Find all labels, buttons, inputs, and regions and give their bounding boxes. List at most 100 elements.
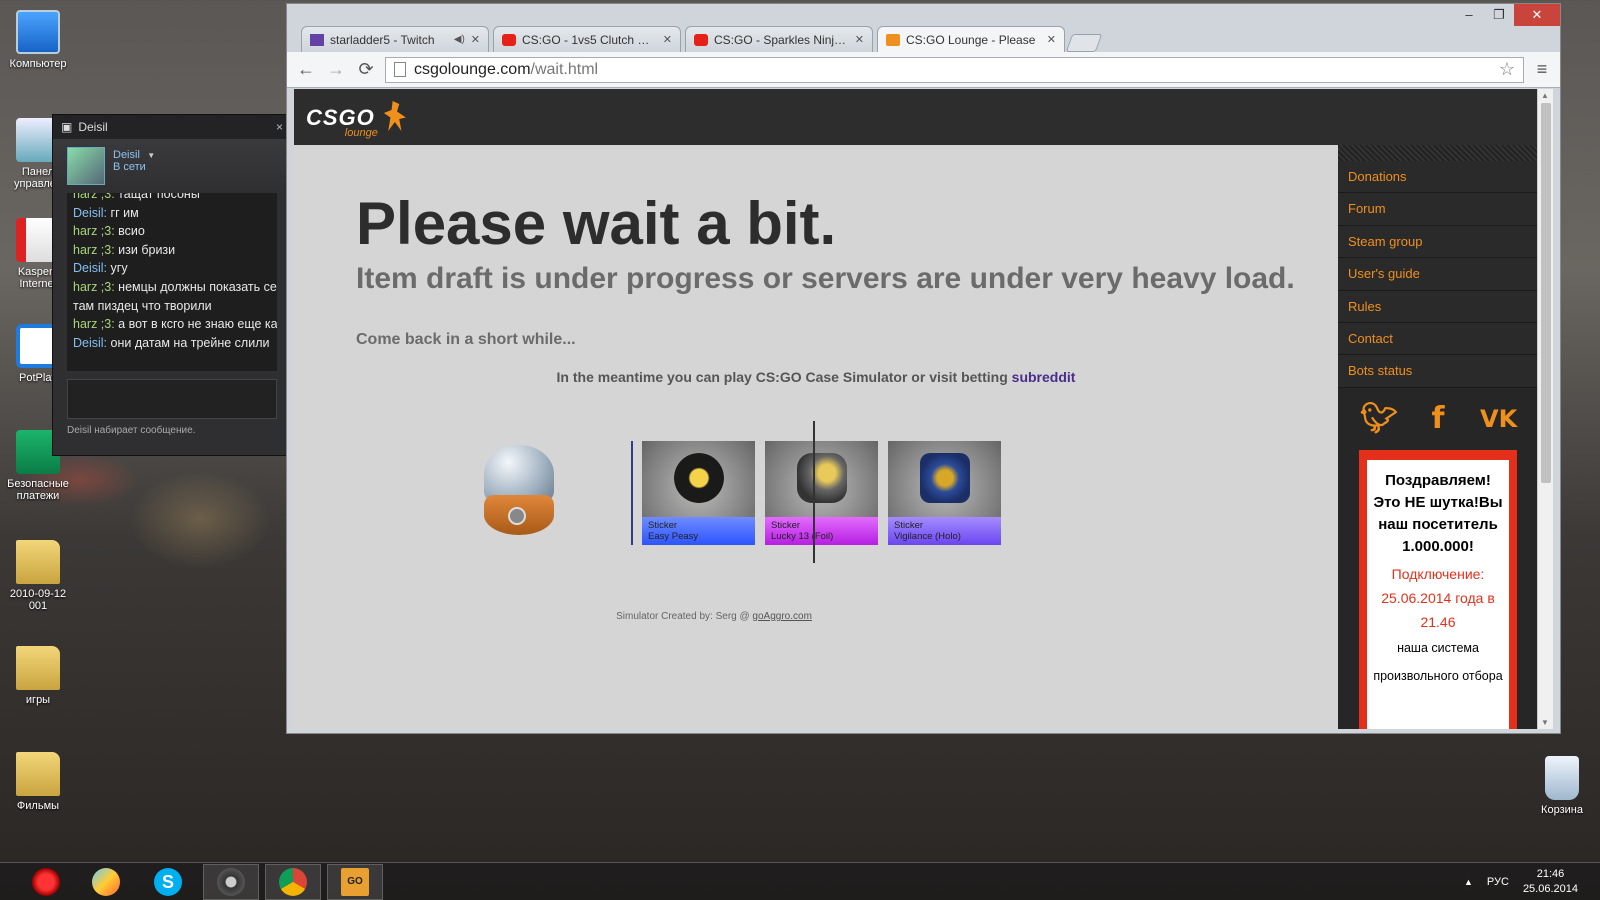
back-arrow-icon[interactable]: ← bbox=[295, 59, 317, 80]
sticker-card[interactable]: Sticker Easy Peasy bbox=[642, 441, 755, 545]
credit-link[interactable]: goAggro.com bbox=[752, 611, 811, 622]
minimize-icon[interactable]: – bbox=[1454, 4, 1484, 26]
soldier-icon bbox=[383, 101, 406, 131]
vk-icon[interactable]: VK bbox=[1480, 402, 1517, 436]
promo-congrats: Поздравляем! Это НЕ шутка!Вы наш посетит… bbox=[1373, 471, 1503, 555]
desktop-icon-computer[interactable]: Компьютер bbox=[0, 10, 76, 70]
steam-chat-window: ▣ Deisil × Deisil ▼ В сети harz ;3: таща… bbox=[52, 114, 292, 456]
sidebar-link-steam-group[interactable]: Steam group bbox=[1338, 225, 1538, 259]
computer-icon bbox=[16, 10, 60, 54]
language-indicator[interactable]: РУС bbox=[1487, 876, 1509, 888]
sidebar-link-bots-status[interactable]: Bots status bbox=[1338, 355, 1538, 388]
maximize-icon[interactable]: ❐ bbox=[1484, 4, 1514, 26]
sticker-card[interactable]: Sticker Lucky 13 (Foil) bbox=[765, 441, 878, 545]
address-bar[interactable]: csgolounge.com/wait.html ☆ bbox=[385, 56, 1524, 83]
chat-user-name-row[interactable]: Deisil ▼ bbox=[113, 147, 155, 161]
desktop-icon-films[interactable]: Фильмы bbox=[0, 752, 76, 812]
system-tray: ▲ РУС 21:46 25.06.2014 bbox=[1464, 863, 1600, 900]
browser-toolbar: ← → ⟳ csgolounge.com/wait.html ☆ ≡ bbox=[287, 52, 1560, 88]
chat-message-input[interactable] bbox=[67, 379, 277, 419]
chat-titlebar[interactable]: ▣ Deisil × bbox=[53, 115, 291, 139]
url-text: csgolounge.com/wait.html bbox=[414, 61, 1491, 79]
page-subtitle: Item draft is under progress or servers … bbox=[356, 262, 1295, 295]
taskbar-steam-button[interactable] bbox=[203, 864, 259, 900]
page-scrollbar[interactable]: ▲ ▼ bbox=[1537, 89, 1553, 729]
new-tab-button[interactable] bbox=[1065, 34, 1103, 52]
chat-message-text: всио bbox=[118, 224, 145, 239]
subreddit-link[interactable]: subreddit bbox=[1012, 369, 1076, 385]
desktop-icon-games[interactable]: игры bbox=[0, 646, 76, 706]
chat-message-text: изи бризи bbox=[118, 242, 176, 257]
taskbar-csgo-button[interactable]: GO bbox=[327, 864, 383, 900]
sidebar-link-donations[interactable]: Donations bbox=[1338, 161, 1538, 194]
chat-message-author: harz ;3: bbox=[73, 242, 115, 257]
scroll-down-icon[interactable]: ▼ bbox=[1541, 718, 1549, 727]
yt-favicon-icon bbox=[502, 33, 516, 46]
browser-tab[interactable]: starladder5 - Twitch ◀) ✕ bbox=[301, 26, 489, 52]
taskbar-chrome-button[interactable] bbox=[265, 864, 321, 900]
tab-label: CS:GO - Sparkles Ninja De bbox=[714, 32, 849, 47]
tab-close-icon[interactable]: ✕ bbox=[1047, 33, 1056, 46]
chat-message-log[interactable]: harz ;3: тащат посоны Deisil: гг им harz ;… bbox=[67, 193, 277, 371]
browser-tab[interactable]: CS:GO - Sparkles Ninja De ✕ bbox=[685, 26, 873, 52]
page-viewport: CSGO lounge Please wait a bit. Item draf… bbox=[294, 89, 1538, 729]
desktop-icon-folder-2010[interactable]: 2010-09-12 001 bbox=[0, 540, 76, 612]
facebook-icon[interactable]: f bbox=[1420, 401, 1456, 436]
chat-title: Deisil bbox=[78, 120, 108, 134]
sidebar-link-rules[interactable]: Rules bbox=[1338, 290, 1538, 323]
menu-icon[interactable]: ≡ bbox=[1532, 59, 1552, 80]
avatar[interactable] bbox=[67, 147, 105, 185]
sticker-label: Sticker Easy Peasy bbox=[642, 517, 755, 545]
bookmark-star-icon[interactable]: ☆ bbox=[1499, 59, 1515, 80]
scroll-thumb[interactable] bbox=[1541, 103, 1551, 483]
chat-message: harz ;3: изи бризи bbox=[73, 241, 271, 260]
meantime-text: In the meantime you can play CS:GO Case … bbox=[294, 369, 1338, 385]
skype-icon: S bbox=[154, 868, 182, 896]
tab-close-icon[interactable]: ✕ bbox=[663, 33, 672, 46]
chrome-icon bbox=[279, 868, 307, 896]
case-capsule[interactable] bbox=[484, 445, 560, 541]
page-title: Please wait a bit. bbox=[356, 190, 837, 257]
sidebar-link-forum[interactable]: Forum bbox=[1338, 193, 1538, 226]
chat-typing-status: Deisil набирает сообщение. bbox=[67, 425, 196, 436]
close-icon[interactable]: ✕ bbox=[1514, 4, 1560, 26]
tray-expand-icon[interactable]: ▲ bbox=[1464, 877, 1473, 887]
taskbar-skype-button[interactable]: S bbox=[140, 864, 196, 900]
forward-arrow-icon[interactable]: → bbox=[325, 59, 347, 80]
sidebar-link-user-s-guide[interactable]: User's guide bbox=[1338, 258, 1538, 291]
chat-message: harz ;3: всио bbox=[73, 222, 271, 241]
chat-close-button[interactable]: × bbox=[276, 120, 283, 134]
folder-icon bbox=[16, 752, 60, 796]
scroll-up-icon[interactable]: ▲ bbox=[1541, 91, 1549, 100]
chat-message-author: Deisil: bbox=[73, 261, 108, 276]
clock[interactable]: 21:46 25.06.2014 bbox=[1523, 867, 1578, 897]
sticker-card[interactable]: Sticker Vigilance (Holo) bbox=[888, 441, 1001, 545]
browser-tab[interactable]: CS:GO Lounge - Please ✕ bbox=[877, 26, 1065, 52]
folder-icon bbox=[16, 540, 60, 584]
speaker-icon: ◀) bbox=[453, 34, 465, 45]
steam-icon bbox=[217, 868, 245, 896]
browser-tab[interactable]: CS:GO - 1vs5 Clutch Hero ✕ bbox=[493, 26, 681, 52]
taskbar-paint-button[interactable] bbox=[78, 864, 134, 900]
tab-close-icon[interactable]: ✕ bbox=[471, 33, 480, 46]
chat-message-text: они датам на трейне слили bbox=[110, 335, 270, 350]
reload-icon[interactable]: ⟳ bbox=[355, 59, 377, 80]
meantime-label: In the meantime you can play CS:GO Case … bbox=[556, 369, 1008, 385]
url-host: csgolounge.com bbox=[414, 60, 531, 78]
sidebar-link-contact[interactable]: Contact bbox=[1338, 322, 1538, 356]
tab-close-icon[interactable]: ✕ bbox=[855, 33, 864, 46]
csgo-lounge-logo[interactable]: CSGO lounge bbox=[306, 101, 406, 139]
chat-message-author: harz ;3: bbox=[73, 193, 115, 201]
chat-message-author: harz ;3: bbox=[73, 224, 115, 239]
desktop-icon-recycle-bin[interactable]: Корзина bbox=[1524, 756, 1600, 816]
taskbar-power-button[interactable] bbox=[18, 864, 74, 900]
paint-icon bbox=[92, 868, 120, 896]
chat-message-text: а вот в ксго не знаю еще ка bbox=[118, 317, 277, 332]
logo-subtext: lounge bbox=[344, 127, 378, 139]
promo-banner[interactable]: Поздравляем! Это НЕ шутка!Вы наш посетит… bbox=[1359, 449, 1517, 729]
chat-message-text: тащат посоны bbox=[118, 193, 200, 201]
lock-icon bbox=[508, 507, 526, 525]
twitter-icon[interactable]: 🐦︎ bbox=[1360, 401, 1398, 436]
sticker-lucky-13-icon bbox=[797, 453, 847, 503]
promo-text: наша система произвольного отбора bbox=[1373, 640, 1503, 683]
